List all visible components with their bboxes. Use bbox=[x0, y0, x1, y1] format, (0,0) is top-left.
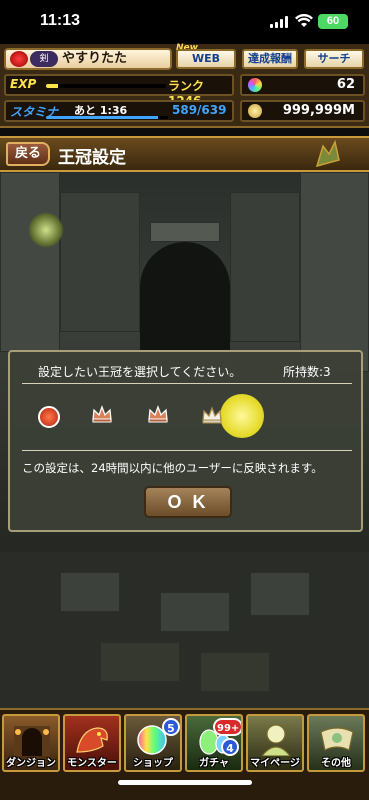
scroll-icon bbox=[320, 727, 354, 751]
coin-value: 999,999M bbox=[282, 103, 355, 118]
magic-stone-counter[interactable]: 62 bbox=[240, 74, 365, 96]
exp-bar: EXP ランク1246 bbox=[4, 74, 234, 108]
achievements-button[interactable]: 達成報酬 bbox=[242, 49, 298, 69]
nav-mypage[interactable]: マイページ bbox=[246, 714, 304, 772]
exp-track bbox=[46, 84, 166, 88]
magic-stone-icon bbox=[248, 78, 262, 92]
crown-dialog: 設定したい王冠を選択してください。 所持数:3 この設定は、24時間以内に他のユ… bbox=[8, 350, 363, 532]
divider bbox=[22, 383, 352, 384]
silver-crown-icon[interactable] bbox=[201, 405, 223, 425]
dialog-prompt: 設定したい王冠を選択してください。 bbox=[38, 365, 242, 379]
status-bar: 11:13 60 bbox=[0, 0, 369, 44]
dragon-icon bbox=[76, 727, 108, 753]
player-name: やすりたた bbox=[62, 51, 128, 66]
nav-label: ショップ bbox=[133, 758, 173, 769]
owned-count: 所持数:3 bbox=[283, 365, 331, 379]
red-orb-icon[interactable] bbox=[38, 406, 60, 428]
shop-badge: 5 bbox=[162, 718, 180, 736]
page-title-bar: 戻る 王冠設定 bbox=[0, 136, 369, 172]
nav-other[interactable]: その他 bbox=[307, 714, 365, 772]
selected-crown-highlight bbox=[220, 394, 264, 438]
exp-fill bbox=[46, 84, 58, 88]
gacha-badge-top: 99+ bbox=[213, 718, 241, 736]
coin-icon bbox=[248, 104, 262, 118]
coin-counter[interactable]: 999,999M bbox=[240, 100, 365, 122]
stamina-bar: スタミナ あと 1:36 589/639 bbox=[4, 100, 234, 122]
exp-label: EXP bbox=[10, 77, 37, 91]
home-indicator[interactable] bbox=[118, 780, 252, 785]
nav-dungeon[interactable]: ダンジョン bbox=[2, 714, 60, 772]
bronze-crown-icon[interactable] bbox=[91, 404, 113, 424]
nav-label: マイページ bbox=[250, 758, 300, 769]
nav-shop[interactable]: 5 ショップ bbox=[124, 714, 182, 772]
back-button[interactable]: 戻る bbox=[6, 142, 50, 166]
dialog-notice: この設定は、24時間以内に他のユーザーに反映されます。 bbox=[22, 461, 323, 475]
nav-monster[interactable]: モンスター bbox=[63, 714, 121, 772]
nav-label: モンスター bbox=[67, 758, 117, 769]
nav-label: ダンジョン bbox=[6, 758, 56, 769]
page-title: 王冠設定 bbox=[58, 148, 126, 168]
status-time: 11:13 bbox=[40, 12, 81, 29]
nav-gacha[interactable]: 99+ 4 ガチャ bbox=[185, 714, 243, 772]
magic-stone-value: 62 bbox=[336, 77, 355, 92]
web-button[interactable]: WEB bbox=[176, 49, 236, 69]
dungeon-gate-icon bbox=[14, 726, 50, 756]
player-name-plate[interactable]: 剣 やすりたた bbox=[4, 48, 172, 70]
bronze-crown-icon[interactable] bbox=[147, 404, 169, 424]
player-emblem-icon bbox=[10, 51, 28, 67]
player-header: 剣 やすりたた New WEB 達成報酬 サーチ EXP ランク1246 62 … bbox=[0, 43, 369, 128]
nav-label: その他 bbox=[321, 758, 351, 769]
stamina-fill bbox=[46, 116, 159, 119]
divider bbox=[22, 450, 352, 451]
stamina-value: 589/639 bbox=[172, 103, 227, 117]
title-badge: 剣 bbox=[30, 51, 58, 67]
nav-label: ガチャ bbox=[199, 758, 229, 769]
battery-indicator: 60 bbox=[318, 14, 348, 29]
ok-button[interactable]: O K bbox=[144, 486, 232, 518]
wifi-icon bbox=[295, 14, 313, 27]
search-button[interactable]: サーチ bbox=[304, 49, 364, 69]
dragon-wing-icon bbox=[315, 140, 340, 168]
cellular-signal-icon bbox=[270, 16, 290, 28]
bottom-nav: ダンジョン モンスター 5 ショップ 99+ 4 ガチャ マイページ その他 bbox=[0, 708, 369, 800]
stamina-track bbox=[46, 116, 168, 119]
avatar-icon bbox=[261, 724, 291, 756]
